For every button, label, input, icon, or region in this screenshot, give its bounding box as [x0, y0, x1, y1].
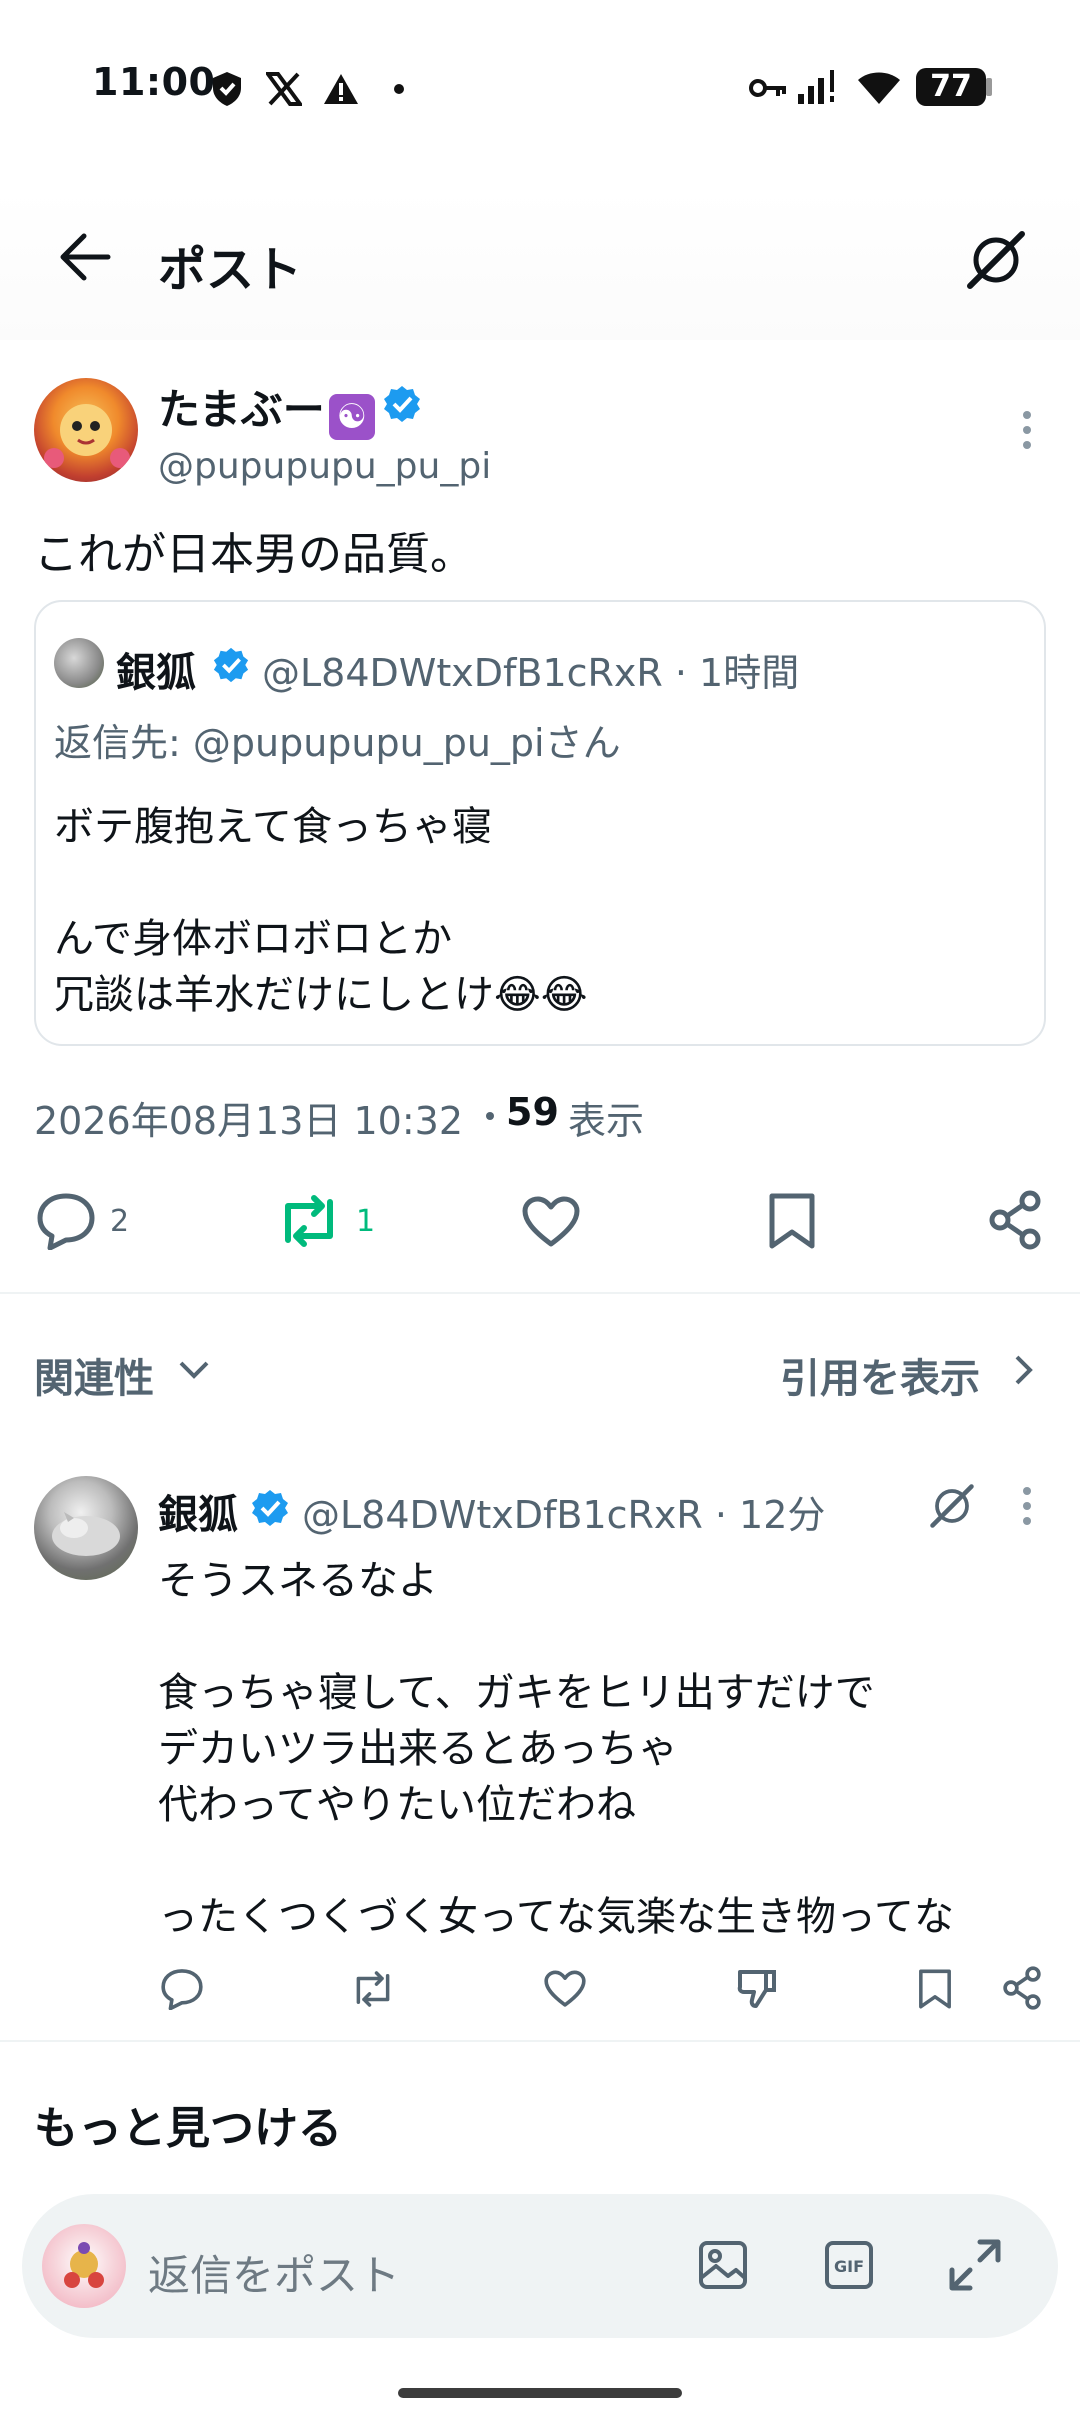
repost-icon — [285, 1195, 333, 1247]
share-icon — [1003, 1966, 1041, 2010]
reply-reply-button[interactable] — [160, 1968, 204, 2010]
views-label: 表示 — [568, 1099, 645, 1143]
back-arrow-icon[interactable] — [58, 232, 112, 282]
page-title: ポスト — [158, 242, 303, 298]
reply-meta: @L84DWtxDfB1cRxR · 12分 — [302, 1493, 826, 1537]
reply-share-button[interactable] — [1002, 1966, 1042, 2010]
reply-grok-icon[interactable] — [928, 1482, 976, 1530]
reply-like-button[interactable] — [544, 1970, 586, 2008]
reply-line: そうスネるなよ — [158, 1558, 438, 1604]
like-icon — [544, 1970, 586, 2007]
quote-author-avatar — [54, 638, 104, 688]
gif-icon[interactable]: GIF — [824, 2240, 874, 2290]
divider — [0, 1292, 1080, 1294]
dot-icon — [394, 84, 404, 94]
repost-icon — [356, 1971, 390, 2007]
wifi-icon — [856, 68, 902, 106]
quote-author-name: 銀狐 — [116, 650, 196, 696]
reply-dislike-button[interactable] — [736, 1968, 778, 2010]
grok-icon[interactable] — [964, 228, 1028, 292]
reply-line: 代わってやりたい位だわね — [158, 1782, 636, 1828]
reply-button[interactable]: 2 — [36, 1192, 129, 1250]
repost-button[interactable]: 1 — [276, 1194, 375, 1248]
image-icon[interactable] — [698, 2240, 748, 2290]
author-avatar[interactable] — [34, 378, 138, 482]
quote-line: んで身体ボロボロとか — [54, 916, 452, 962]
reply-icon — [37, 1193, 95, 1250]
author-handle[interactable]: @pupupupu_pu_pi — [158, 446, 491, 487]
quote-verified-badge-icon — [212, 646, 250, 684]
dislike-icon — [737, 1970, 776, 2008]
more-icon[interactable] — [1020, 410, 1034, 450]
bookmark-icon — [769, 1193, 815, 1249]
separator-dot — [486, 1112, 494, 1120]
x-logo-icon — [266, 72, 302, 106]
reply-author-name[interactable]: 銀狐 — [158, 1482, 238, 1540]
reply-author-avatar[interactable] — [34, 1476, 138, 1580]
share-button[interactable] — [988, 1190, 1042, 1250]
yin-yang-emoji: ☯ — [328, 394, 375, 440]
verified-badge-icon — [382, 384, 422, 424]
sort-dropdown[interactable]: 関連性 — [34, 1346, 154, 1404]
reply-line: ったくつくづく女ってな気楽な生き物ってな — [158, 1894, 954, 1940]
bookmark-button[interactable] — [768, 1192, 816, 1250]
view-quotes-label: 引用を表示 — [780, 1356, 980, 1402]
battery-icon: 77 — [916, 68, 986, 106]
key-icon — [748, 76, 788, 100]
quote-reply-to: 返信先: @pupupupu_pu_piさん — [54, 721, 621, 765]
like-button[interactable] — [522, 1196, 580, 1248]
chevron-down-icon[interactable] — [178, 1360, 210, 1380]
expand-icon[interactable] — [948, 2238, 1002, 2292]
signal-icon — [796, 68, 842, 106]
quote-line: 冗談は羊水だけにしとけ😂😂 — [54, 972, 588, 1018]
reply-repost-button[interactable] — [350, 1970, 396, 2008]
reply-line: デカいツラ出来るとあっちゃ — [158, 1726, 678, 1772]
reply-line: 食っちゃ寝して、ガキをヒリ出すだけで — [158, 1670, 875, 1716]
reply-bookmark-button[interactable] — [918, 1968, 952, 2010]
divider — [0, 2040, 1080, 2042]
author-name[interactable]: たまぶー ☯ — [158, 376, 375, 440]
repost-count: 1 — [356, 1203, 376, 1239]
like-icon — [522, 1196, 580, 1247]
svg-text:GIF: GIF — [834, 2257, 864, 2276]
post-text: これが日本男の品質。 — [34, 529, 474, 580]
status-time: 11:00 — [92, 60, 216, 104]
shield-icon — [210, 70, 244, 108]
bookmark-icon — [919, 1969, 951, 2009]
reply-input[interactable]: 返信をポスト — [148, 2242, 400, 2303]
battery-level: 77 — [930, 69, 972, 104]
home-indicator[interactable] — [398, 2388, 682, 2398]
discover-more-heading: もっと見つける — [34, 2103, 342, 2154]
share-icon — [989, 1190, 1041, 1250]
chevron-right-icon[interactable] — [1014, 1354, 1034, 1386]
my-avatar — [42, 2224, 126, 2308]
views-count: 59 — [506, 1090, 559, 1134]
view-quotes-link[interactable]: 引用を表示 — [780, 1346, 980, 1404]
author-name-text: たまぶー — [158, 385, 325, 434]
reply-count: 2 — [110, 1203, 130, 1239]
reply-verified-badge-icon — [250, 1488, 290, 1528]
battery-tip — [986, 78, 992, 96]
reply-icon — [161, 1969, 203, 2010]
reply-more-icon[interactable] — [1020, 1486, 1034, 1526]
post-timestamp: 2026年08月13日 10:32 — [34, 1099, 464, 1143]
quote-meta: @L84DWtxDfB1cRxR · 1時間 — [262, 651, 800, 695]
quote-line: ボテ腹抱えて食っちゃ寝 — [54, 804, 492, 850]
warning-icon — [322, 72, 360, 106]
sort-label: 関連性 — [34, 1356, 154, 1402]
